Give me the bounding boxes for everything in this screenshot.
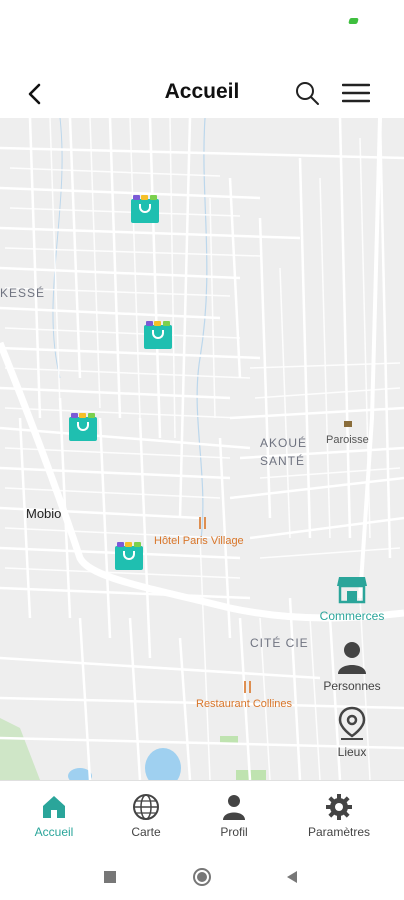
map-label-restaurant: Restaurant Collines (196, 698, 292, 710)
recents-button[interactable] (100, 867, 120, 887)
shop-marker[interactable] (69, 413, 97, 441)
nav-carte[interactable]: Carte (96, 793, 196, 839)
nav-carte-label: Carte (131, 825, 161, 839)
menu-button[interactable] (340, 77, 372, 109)
app-header: Accueil (0, 70, 404, 118)
status-bar (0, 0, 404, 70)
filter-personnes-button[interactable]: Personnes (310, 640, 394, 693)
store-icon (337, 577, 367, 604)
home-system-button[interactable] (192, 867, 212, 887)
square-icon (104, 871, 116, 883)
shop-marker[interactable] (115, 542, 143, 570)
restaurant-icon (197, 517, 209, 529)
gear-icon (326, 794, 352, 820)
shop-marker[interactable] (144, 321, 172, 349)
search-icon (296, 82, 319, 105)
nav-profil-label: Profil (220, 825, 248, 839)
user-icon (223, 795, 245, 820)
nav-parametres[interactable]: Paramètres (289, 793, 389, 839)
hamburger-menu-icon (342, 83, 370, 103)
person-icon (338, 642, 366, 674)
map-label-akoue: AKOUÉ (260, 436, 308, 450)
map-label-sante: SANTÉ (260, 454, 306, 468)
map-label-mobio: Mobio (26, 506, 62, 521)
globe-icon (133, 794, 159, 820)
map-label-kesse: KESSÉ (0, 286, 46, 300)
filter-commerces-label: Commerces (319, 609, 385, 623)
location-pin-icon (338, 706, 366, 740)
church-icon (342, 418, 354, 430)
status-indicator-icon (348, 18, 359, 24)
circle-icon (193, 868, 211, 886)
system-navigation-bar (0, 852, 404, 900)
search-button[interactable] (291, 77, 323, 109)
nav-accueil-label: Accueil (34, 825, 74, 839)
map-label-hotel: Hôtel Paris Village (154, 535, 244, 547)
triangle-back-icon (287, 871, 297, 883)
filter-lieux-label: Lieux (337, 745, 367, 759)
nav-profil[interactable]: Profil (184, 793, 284, 839)
map-label-cite-cie: CITÉ CIE (250, 636, 309, 650)
map-view[interactable]: KESSÉ AKOUÉ SANTÉ Mobio Paroisse Hôtel P… (0, 118, 404, 780)
filter-lieux-button[interactable]: Lieux (310, 706, 394, 759)
nav-accueil[interactable]: Accueil (4, 793, 104, 839)
map-label-paroisse: Paroisse (326, 434, 369, 446)
filter-personnes-label: Personnes (323, 679, 381, 693)
shop-marker[interactable] (131, 195, 159, 223)
back-system-button[interactable] (282, 867, 302, 887)
restaurant-icon (242, 681, 254, 693)
bottom-navigation: Accueil Carte Profil Paramètres (0, 780, 404, 853)
home-icon (43, 796, 65, 818)
filter-commerces-button[interactable]: Commerces (310, 574, 394, 623)
nav-parametres-label: Paramètres (307, 825, 371, 839)
